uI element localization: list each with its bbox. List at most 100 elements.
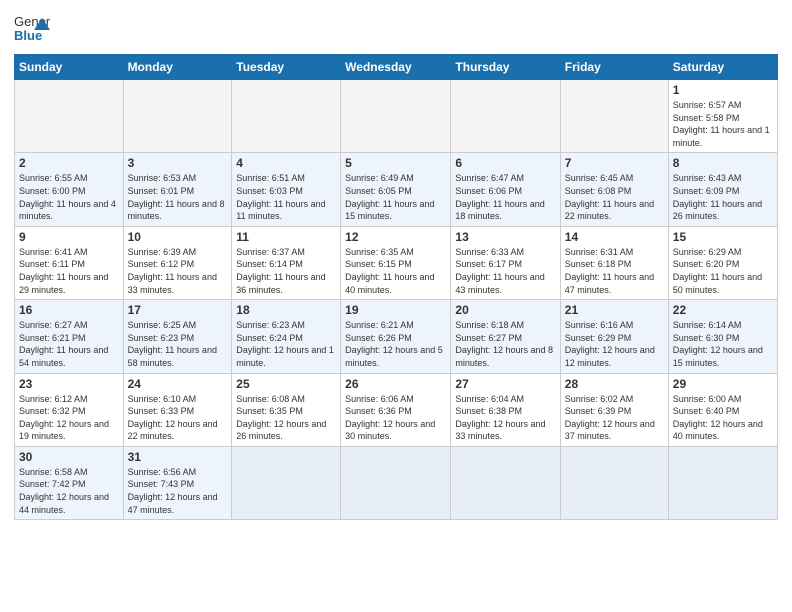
day-number: 10 <box>128 230 228 244</box>
day-cell: 13 Sunrise: 6:33 AM Sunset: 6:17 PM Dayli… <box>451 226 560 299</box>
day-number: 15 <box>673 230 773 244</box>
day-number: 3 <box>128 156 228 170</box>
day-cell <box>123 80 232 153</box>
day-info: Sunrise: 6:27 AM Sunset: 6:21 PM Dayligh… <box>19 319 119 369</box>
day-info: Sunrise: 6:57 AM Sunset: 5:58 PM Dayligh… <box>673 99 773 149</box>
day-cell <box>668 446 777 519</box>
day-info: Sunrise: 6:49 AM Sunset: 6:05 PM Dayligh… <box>345 172 446 222</box>
day-number: 31 <box>128 450 228 464</box>
day-cell: 21 Sunrise: 6:16 AM Sunset: 6:29 PM Dayli… <box>560 300 668 373</box>
day-cell: 18 Sunrise: 6:23 AM Sunset: 6:24 PM Dayli… <box>232 300 341 373</box>
day-info: Sunrise: 6:14 AM Sunset: 6:30 PM Dayligh… <box>673 319 773 369</box>
day-cell: 31 Sunrise: 6:56 AM Sunset: 7:43 PM Dayli… <box>123 446 232 519</box>
week-row-4: 16 Sunrise: 6:27 AM Sunset: 6:21 PM Dayli… <box>15 300 778 373</box>
day-number: 27 <box>455 377 555 391</box>
day-cell: 17 Sunrise: 6:25 AM Sunset: 6:23 PM Dayli… <box>123 300 232 373</box>
day-number: 5 <box>345 156 446 170</box>
day-number: 19 <box>345 303 446 317</box>
day-info: Sunrise: 6:39 AM Sunset: 6:12 PM Dayligh… <box>128 246 228 296</box>
header: General Blue <box>14 10 778 46</box>
day-cell: 30 Sunrise: 6:58 AM Sunset: 7:42 PM Dayli… <box>15 446 124 519</box>
day-cell: 22 Sunrise: 6:14 AM Sunset: 6:30 PM Dayli… <box>668 300 777 373</box>
day-info: Sunrise: 6:21 AM Sunset: 6:26 PM Dayligh… <box>345 319 446 369</box>
weekday-tuesday: Tuesday <box>232 55 341 80</box>
day-cell <box>341 80 451 153</box>
day-number: 29 <box>673 377 773 391</box>
day-number: 18 <box>236 303 336 317</box>
day-cell: 9Sunrise: 6:41 AM Sunset: 6:11 PM Daylig… <box>15 226 124 299</box>
day-info: Sunrise: 6:23 AM Sunset: 6:24 PM Dayligh… <box>236 319 336 369</box>
day-cell: 27 Sunrise: 6:04 AM Sunset: 6:38 PM Dayli… <box>451 373 560 446</box>
day-cell: 7 Sunrise: 6:45 AM Sunset: 6:08 PM Daylig… <box>560 153 668 226</box>
weekday-thursday: Thursday <box>451 55 560 80</box>
day-info: Sunrise: 6:51 AM Sunset: 6:03 PM Dayligh… <box>236 172 336 222</box>
day-info: Sunrise: 6:04 AM Sunset: 6:38 PM Dayligh… <box>455 393 555 443</box>
day-number: 23 <box>19 377 119 391</box>
day-cell: 16 Sunrise: 6:27 AM Sunset: 6:21 PM Dayli… <box>15 300 124 373</box>
day-info: Sunrise: 6:16 AM Sunset: 6:29 PM Dayligh… <box>565 319 664 369</box>
day-cell: 23 Sunrise: 6:12 AM Sunset: 6:32 PM Dayli… <box>15 373 124 446</box>
day-info: Sunrise: 6:56 AM Sunset: 7:43 PM Dayligh… <box>128 466 228 516</box>
day-number: 12 <box>345 230 446 244</box>
page: General Blue SundayMondayTuesdayWednesda… <box>0 0 792 612</box>
day-info: Sunrise: 6:12 AM Sunset: 6:32 PM Dayligh… <box>19 393 119 443</box>
day-number: 30 <box>19 450 119 464</box>
day-cell: 14 Sunrise: 6:31 AM Sunset: 6:18 PM Dayli… <box>560 226 668 299</box>
day-info: Sunrise: 6:58 AM Sunset: 7:42 PM Dayligh… <box>19 466 119 516</box>
day-cell: 25 Sunrise: 6:08 AM Sunset: 6:35 PM Dayli… <box>232 373 341 446</box>
day-cell <box>232 80 341 153</box>
day-cell: 24 Sunrise: 6:10 AM Sunset: 6:33 PM Dayli… <box>123 373 232 446</box>
day-info: Sunrise: 6:10 AM Sunset: 6:33 PM Dayligh… <box>128 393 228 443</box>
day-info: Sunrise: 6:45 AM Sunset: 6:08 PM Dayligh… <box>565 172 664 222</box>
day-number: 14 <box>565 230 664 244</box>
day-number: 11 <box>236 230 336 244</box>
day-cell <box>560 80 668 153</box>
day-cell: 28Sunrise: 6:02 AM Sunset: 6:39 PM Dayli… <box>560 373 668 446</box>
day-number: 21 <box>565 303 664 317</box>
day-info: Sunrise: 6:29 AM Sunset: 6:20 PM Dayligh… <box>673 246 773 296</box>
day-cell: 3 Sunrise: 6:53 AM Sunset: 6:01 PM Daylig… <box>123 153 232 226</box>
day-cell: 26Sunrise: 6:06 AM Sunset: 6:36 PM Dayli… <box>341 373 451 446</box>
day-number: 4 <box>236 156 336 170</box>
calendar-table: SundayMondayTuesdayWednesdayThursdayFrid… <box>14 54 778 520</box>
day-cell <box>451 446 560 519</box>
day-cell <box>560 446 668 519</box>
day-cell: 8 Sunrise: 6:43 AM Sunset: 6:09 PM Daylig… <box>668 153 777 226</box>
day-number: 25 <box>236 377 336 391</box>
day-number: 24 <box>128 377 228 391</box>
day-cell: 11 Sunrise: 6:37 AM Sunset: 6:14 PM Dayli… <box>232 226 341 299</box>
day-number: 16 <box>19 303 119 317</box>
day-info: Sunrise: 6:41 AM Sunset: 6:11 PM Dayligh… <box>19 246 119 296</box>
day-number: 28 <box>565 377 664 391</box>
svg-text:Blue: Blue <box>14 28 42 43</box>
day-number: 17 <box>128 303 228 317</box>
day-info: Sunrise: 6:47 AM Sunset: 6:06 PM Dayligh… <box>455 172 555 222</box>
day-number: 22 <box>673 303 773 317</box>
day-cell: 10 Sunrise: 6:39 AM Sunset: 6:12 PM Dayli… <box>123 226 232 299</box>
day-number: 26 <box>345 377 446 391</box>
day-number: 7 <box>565 156 664 170</box>
day-number: 13 <box>455 230 555 244</box>
day-cell: 29Sunrise: 6:00 AM Sunset: 6:40 PM Dayli… <box>668 373 777 446</box>
week-row-2: 2Sunrise: 6:55 AM Sunset: 6:00 PM Daylig… <box>15 153 778 226</box>
weekday-saturday: Saturday <box>668 55 777 80</box>
week-row-3: 9Sunrise: 6:41 AM Sunset: 6:11 PM Daylig… <box>15 226 778 299</box>
day-cell <box>451 80 560 153</box>
day-cell: 5 Sunrise: 6:49 AM Sunset: 6:05 PM Daylig… <box>341 153 451 226</box>
day-number: 8 <box>673 156 773 170</box>
week-row-1: 1 Sunrise: 6:57 AM Sunset: 5:58 PM Daylig… <box>15 80 778 153</box>
day-info: Sunrise: 6:08 AM Sunset: 6:35 PM Dayligh… <box>236 393 336 443</box>
day-info: Sunrise: 6:31 AM Sunset: 6:18 PM Dayligh… <box>565 246 664 296</box>
day-cell: 20Sunrise: 6:18 AM Sunset: 6:27 PM Dayli… <box>451 300 560 373</box>
day-info: Sunrise: 6:33 AM Sunset: 6:17 PM Dayligh… <box>455 246 555 296</box>
day-cell: 2Sunrise: 6:55 AM Sunset: 6:00 PM Daylig… <box>15 153 124 226</box>
week-row-5: 23 Sunrise: 6:12 AM Sunset: 6:32 PM Dayli… <box>15 373 778 446</box>
day-info: Sunrise: 6:25 AM Sunset: 6:23 PM Dayligh… <box>128 319 228 369</box>
day-cell: 4 Sunrise: 6:51 AM Sunset: 6:03 PM Daylig… <box>232 153 341 226</box>
day-number: 1 <box>673 83 773 97</box>
weekday-sunday: Sunday <box>15 55 124 80</box>
day-info: Sunrise: 6:43 AM Sunset: 6:09 PM Dayligh… <box>673 172 773 222</box>
day-info: Sunrise: 6:53 AM Sunset: 6:01 PM Dayligh… <box>128 172 228 222</box>
day-info: Sunrise: 6:37 AM Sunset: 6:14 PM Dayligh… <box>236 246 336 296</box>
weekday-wednesday: Wednesday <box>341 55 451 80</box>
